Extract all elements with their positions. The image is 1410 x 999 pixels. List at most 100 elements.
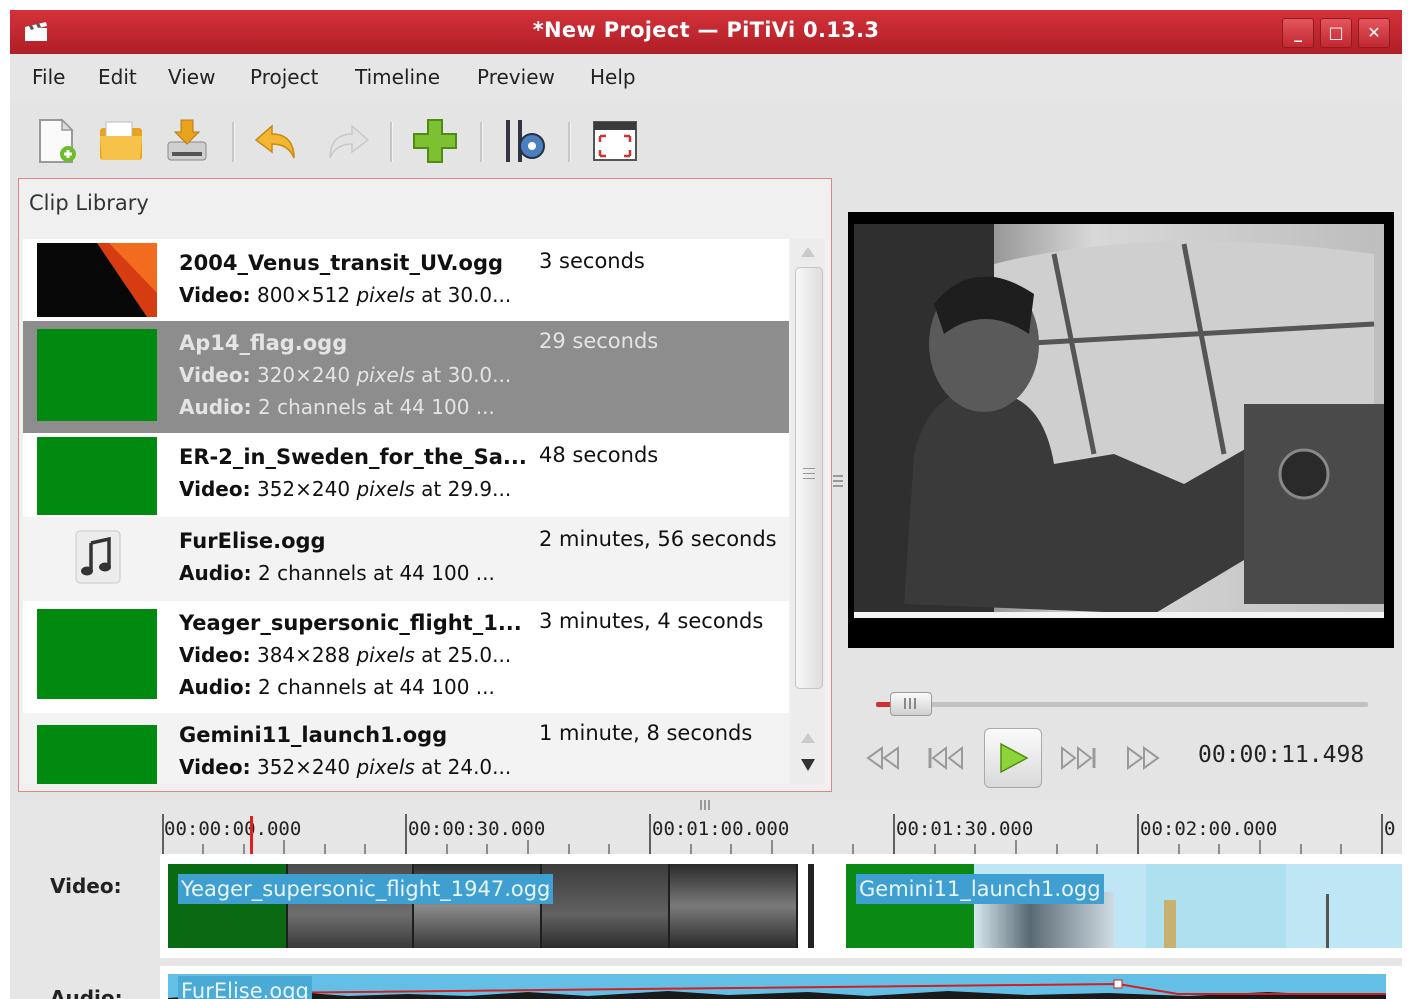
video-dims: 352×240 — [256, 755, 351, 779]
clip-name: Gemini11_launch1.ogg — [179, 723, 448, 747]
play-button[interactable] — [984, 728, 1042, 788]
play-icon — [1000, 742, 1029, 774]
timeline-ruler[interactable]: 00:00:00.000 00:00:30.000 00:01:00.000 0… — [160, 800, 1402, 854]
menu-timeline[interactable]: Timeline — [355, 65, 440, 89]
video-label: Video: — [179, 283, 251, 307]
video-dims: 800×512 — [256, 283, 351, 307]
playback-timecode: 00:00:11.498 — [1198, 742, 1365, 768]
redo-icon[interactable] — [324, 116, 374, 166]
toolbar-separator — [480, 122, 483, 162]
window-title: *New Project — PiTiVi 0.13.3 — [532, 18, 880, 42]
menu-file[interactable]: File — [32, 65, 65, 89]
grip-lines-icon — [803, 468, 815, 469]
ruler-label: 00:01:30.000 — [896, 818, 1034, 840]
scroll-up-small-arrow-icon[interactable] — [801, 733, 815, 743]
ruler-label: 00:00:30.000 — [408, 818, 546, 840]
clip-thumbnail — [37, 609, 157, 699]
seek-handle[interactable] — [890, 692, 932, 716]
clip-row-gemini11[interactable]: Gemini11_launch1.ogg 1 minute, 8 seconds… — [23, 713, 789, 784]
fast-forward-icon[interactable] — [1120, 736, 1164, 780]
toolbar-separator — [232, 122, 235, 162]
undo-icon[interactable] — [250, 116, 300, 166]
save-project-icon[interactable] — [162, 116, 212, 166]
video-track: Yeager_supersonic_flight_1947.ogg Gemini… — [160, 854, 1402, 958]
new-project-icon[interactable] — [32, 116, 82, 166]
timeline-clip-gemini11[interactable]: Gemini11_launch1.ogg — [846, 864, 1402, 948]
video-dims: 320×240 — [256, 363, 351, 387]
toolbar-separator — [568, 122, 571, 162]
video-track-label: Video: — [50, 874, 122, 898]
title-bar[interactable]: *New Project — PiTiVi 0.13.3 _ □ ✕ — [10, 10, 1402, 54]
audio-info: 2 channels at 44 100 ... — [258, 675, 495, 699]
menu-help[interactable]: Help — [590, 65, 636, 89]
video-rate: at 25.0... — [421, 643, 512, 667]
timeline-clip-label: FurElise.ogg — [178, 976, 312, 999]
timeline-clip-yeager[interactable]: Yeager_supersonic_flight_1947.ogg — [168, 864, 798, 948]
audio-info: 2 channels at 44 100 ... — [258, 561, 495, 585]
timeline-clip-furelise[interactable]: FurElise.ogg — [168, 974, 1386, 999]
clip-thumbnail — [37, 437, 157, 515]
clip-row-venus[interactable]: 2004_Venus_transit_UV.ogg 3 seconds Vide… — [23, 239, 789, 321]
audio-track: FurElise.ogg — [160, 966, 1402, 999]
pane-splitter-grip-icon[interactable] — [833, 475, 843, 489]
video-label: Video: — [179, 643, 251, 667]
menu-edit[interactable]: Edit — [98, 65, 137, 89]
ruler-label: 00:01:00.000 — [652, 818, 790, 840]
clip-name: ER-2_in_Sweden_for_the_Sa... — [179, 445, 527, 469]
video-label: Video: — [179, 363, 251, 387]
video-preview-frame — [854, 224, 1384, 618]
fullscreen-icon[interactable] — [590, 116, 640, 166]
scroll-up-arrow-icon[interactable] — [801, 247, 815, 257]
rewind-icon[interactable] — [862, 736, 906, 780]
video-unit: pixels — [356, 283, 415, 307]
clip-audio-info: Audio: 2 channels at 44 100 ... — [179, 675, 495, 699]
clip-name: 2004_Venus_transit_UV.ogg — [179, 251, 504, 275]
open-project-icon[interactable] — [96, 116, 146, 166]
audio-label: Audio: — [179, 675, 252, 699]
video-rate: at 24.0... — [421, 755, 512, 779]
audio-label: Audio: — [179, 561, 252, 585]
seek-slider[interactable] — [876, 702, 1368, 707]
previous-frame-icon[interactable] — [924, 736, 968, 780]
menu-project[interactable]: Project — [250, 65, 318, 89]
clip-video-info: Video: 384×288 pixels at 25.0... — [179, 643, 511, 667]
clip-list-scrollbar[interactable] — [791, 239, 825, 784]
clip-name: Yeager_supersonic_flight_1... — [179, 611, 522, 635]
clip-thumbnail — [37, 725, 157, 784]
video-label: Video: — [179, 477, 251, 501]
clip-row-furelise[interactable]: FurElise.ogg 2 minutes, 56 seconds Audio… — [23, 517, 789, 601]
video-dims: 352×240 — [256, 477, 351, 501]
menu-bar: File Edit View Project Timeline Preview … — [10, 54, 1402, 100]
clip-video-info: Video: 320×240 pixels at 30.0... — [179, 363, 511, 387]
next-frame-icon[interactable] — [1056, 736, 1100, 780]
ruler-label: 00:00:00.000 — [164, 818, 302, 840]
video-unit: pixels — [356, 363, 415, 387]
clip-duration: 3 minutes, 4 seconds — [539, 609, 764, 633]
toolbar-separator — [390, 122, 393, 162]
menu-preview[interactable]: Preview — [477, 65, 555, 89]
application-window: *New Project — PiTiVi 0.13.3 _ □ ✕ File … — [10, 10, 1402, 999]
audio-info: 2 channels at 44 100 ... — [258, 395, 495, 419]
close-button[interactable]: ✕ — [1358, 18, 1390, 48]
project-settings-icon[interactable] — [500, 116, 550, 166]
clip-name: Ap14_flag.ogg — [179, 331, 348, 355]
import-clips-icon[interactable] — [410, 116, 460, 166]
clip-row-er2[interactable]: ER-2_in_Sweden_for_the_Sa... 48 seconds … — [23, 433, 789, 517]
menu-view[interactable]: View — [168, 65, 215, 89]
minimize-button[interactable]: _ — [1282, 18, 1314, 48]
audio-waveform — [168, 979, 1386, 999]
clip-video-info: Video: 800×512 pixels at 30.0... — [179, 283, 511, 307]
video-rate: at 29.9... — [421, 477, 512, 501]
scroll-down-arrow-icon[interactable] — [801, 759, 815, 771]
clip-audio-info: Audio: 2 channels at 44 100 ... — [179, 561, 495, 585]
grip-lines-icon — [904, 698, 906, 709]
timeline-clip-label: Gemini11_launch1.ogg — [856, 874, 1104, 904]
scroll-thumb[interactable] — [795, 267, 823, 689]
clip-row-yeager[interactable]: Yeager_supersonic_flight_1... 3 minutes,… — [23, 601, 789, 713]
video-viewer — [848, 212, 1394, 648]
ruler-label: 00:02:00.000 — [1140, 818, 1278, 840]
clip-audio-info: Audio: 2 channels at 44 100 ... — [179, 395, 495, 419]
maximize-button[interactable]: □ — [1320, 18, 1352, 48]
audio-label: Audio: — [179, 395, 252, 419]
clip-row-ap14-flag[interactable]: Ap14_flag.ogg 29 seconds Video: 320×240 … — [23, 321, 789, 433]
